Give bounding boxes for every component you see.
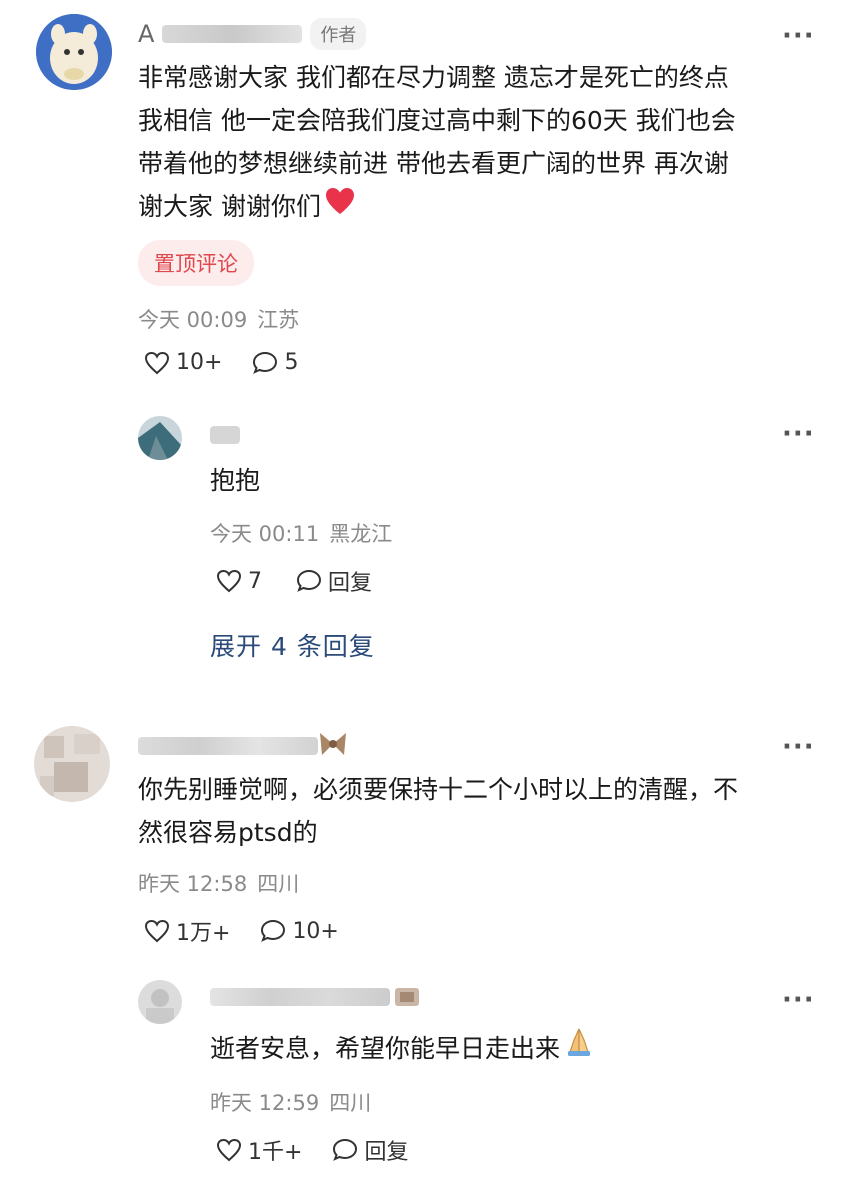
blurred-username	[162, 25, 303, 43]
reply-button[interactable]: 回复	[296, 565, 372, 597]
like-count: 1万+	[176, 921, 231, 946]
more-options-button[interactable]: ···	[782, 23, 815, 49]
reply-meta: 今天 00:11 黑龙江	[210, 518, 392, 548]
comment-actions: 1万+ 10+	[144, 915, 339, 947]
comment-meta: 昨天 12:58 四川	[138, 868, 299, 898]
like-count: 1千+	[248, 1140, 303, 1165]
avatar[interactable]	[138, 416, 182, 460]
reply-meta: 昨天 12:59 四川	[210, 1087, 371, 1117]
more-options-button[interactable]: ···	[782, 987, 815, 1013]
heart-outline-icon	[216, 569, 242, 593]
like-count: 7	[248, 568, 262, 594]
reply-time: 今天 00:11	[210, 522, 320, 546]
avatar[interactable]	[138, 980, 182, 1024]
author-tag: 作者	[310, 18, 367, 50]
reply-text: 逝者安息，希望你能早日走出来	[210, 1026, 595, 1071]
comment-line: 非常感谢大家 我们都在尽力调整 遗忘才是死亡的终点	[138, 63, 729, 92]
comment-actions: 10+ 5	[144, 350, 298, 375]
praying-hands-icon	[563, 1026, 595, 1071]
comment-line: 带着他的梦想继续前进 带他去看更广阔的世界 再次谢	[138, 149, 729, 178]
blurred-username[interactable]	[210, 426, 240, 444]
reply-label: 回复	[364, 1140, 409, 1165]
speech-bubble-icon	[252, 351, 278, 375]
comment-location: 江苏	[257, 308, 300, 332]
like-button[interactable]: 1千+	[216, 1134, 302, 1166]
comment-line: 然很容易ptsd的	[138, 818, 318, 847]
avatar[interactable]	[36, 14, 112, 90]
heart-outline-icon	[144, 351, 170, 375]
speech-bubble-icon	[260, 919, 286, 943]
reply-label: 回复	[328, 571, 373, 596]
reply-actions: 1千+ 回复	[216, 1134, 408, 1166]
username-initial: A	[138, 20, 155, 48]
reply-location: 四川	[329, 1091, 372, 1115]
comment-line: 谢大家 谢谢你们	[138, 192, 321, 221]
reply-text: 抱抱	[210, 466, 261, 495]
reply-count: 5	[284, 350, 299, 375]
comment-text: 非常感谢大家 我们都在尽力调整 遗忘才是死亡的终点 我相信 他一定会陪我们度过高…	[138, 56, 828, 228]
reply-count-button[interactable]: 10+	[260, 915, 339, 947]
username[interactable]: A 作者	[138, 18, 367, 50]
pinned-comment-badge: 置顶评论	[138, 240, 254, 286]
badge-icon	[392, 984, 422, 1014]
bow-badge-icon	[318, 730, 348, 762]
speech-bubble-icon	[332, 1138, 358, 1162]
blurred-username[interactable]	[210, 988, 390, 1006]
like-count: 10+	[176, 350, 223, 375]
expand-replies-link[interactable]: 展开 4 条回复	[210, 627, 375, 663]
like-button[interactable]: 7	[216, 565, 262, 597]
reply-count: 10+	[292, 918, 339, 944]
avatar[interactable]	[34, 726, 110, 802]
more-options-button[interactable]: ···	[782, 734, 815, 760]
reply-button[interactable]: 回复	[332, 1134, 408, 1166]
more-options-button[interactable]: ···	[782, 421, 815, 447]
reply-actions: 7 回复	[216, 565, 372, 597]
speech-bubble-icon	[296, 569, 322, 593]
reply-location: 黑龙江	[329, 522, 393, 546]
reply-count-button[interactable]: 5	[252, 350, 298, 375]
reply-text-content: 逝者安息，希望你能早日走出来	[210, 1034, 561, 1063]
heart-outline-icon	[144, 919, 170, 943]
comment-time: 昨天 12:58	[138, 872, 248, 896]
heart-outline-icon	[216, 1138, 242, 1162]
comment-location: 四川	[257, 872, 300, 896]
comment-time: 今天 00:09	[138, 308, 248, 332]
heart-emoji-icon	[325, 185, 355, 228]
reply-time: 昨天 12:59	[210, 1091, 320, 1115]
comment-meta: 今天 00:09 江苏	[138, 304, 299, 334]
like-button[interactable]: 1万+	[144, 915, 230, 947]
comment-line: 你先别睡觉啊，必须要保持十二个小时以上的清醒，不	[138, 775, 739, 804]
comment-line: 我相信 他一定会陪我们度过高中剩下的60天 我们也会	[138, 106, 736, 135]
like-button[interactable]: 10+	[144, 350, 222, 375]
blurred-username[interactable]	[138, 737, 318, 755]
comment-text: 你先别睡觉啊，必须要保持十二个小时以上的清醒，不 然很容易ptsd的	[138, 768, 828, 854]
